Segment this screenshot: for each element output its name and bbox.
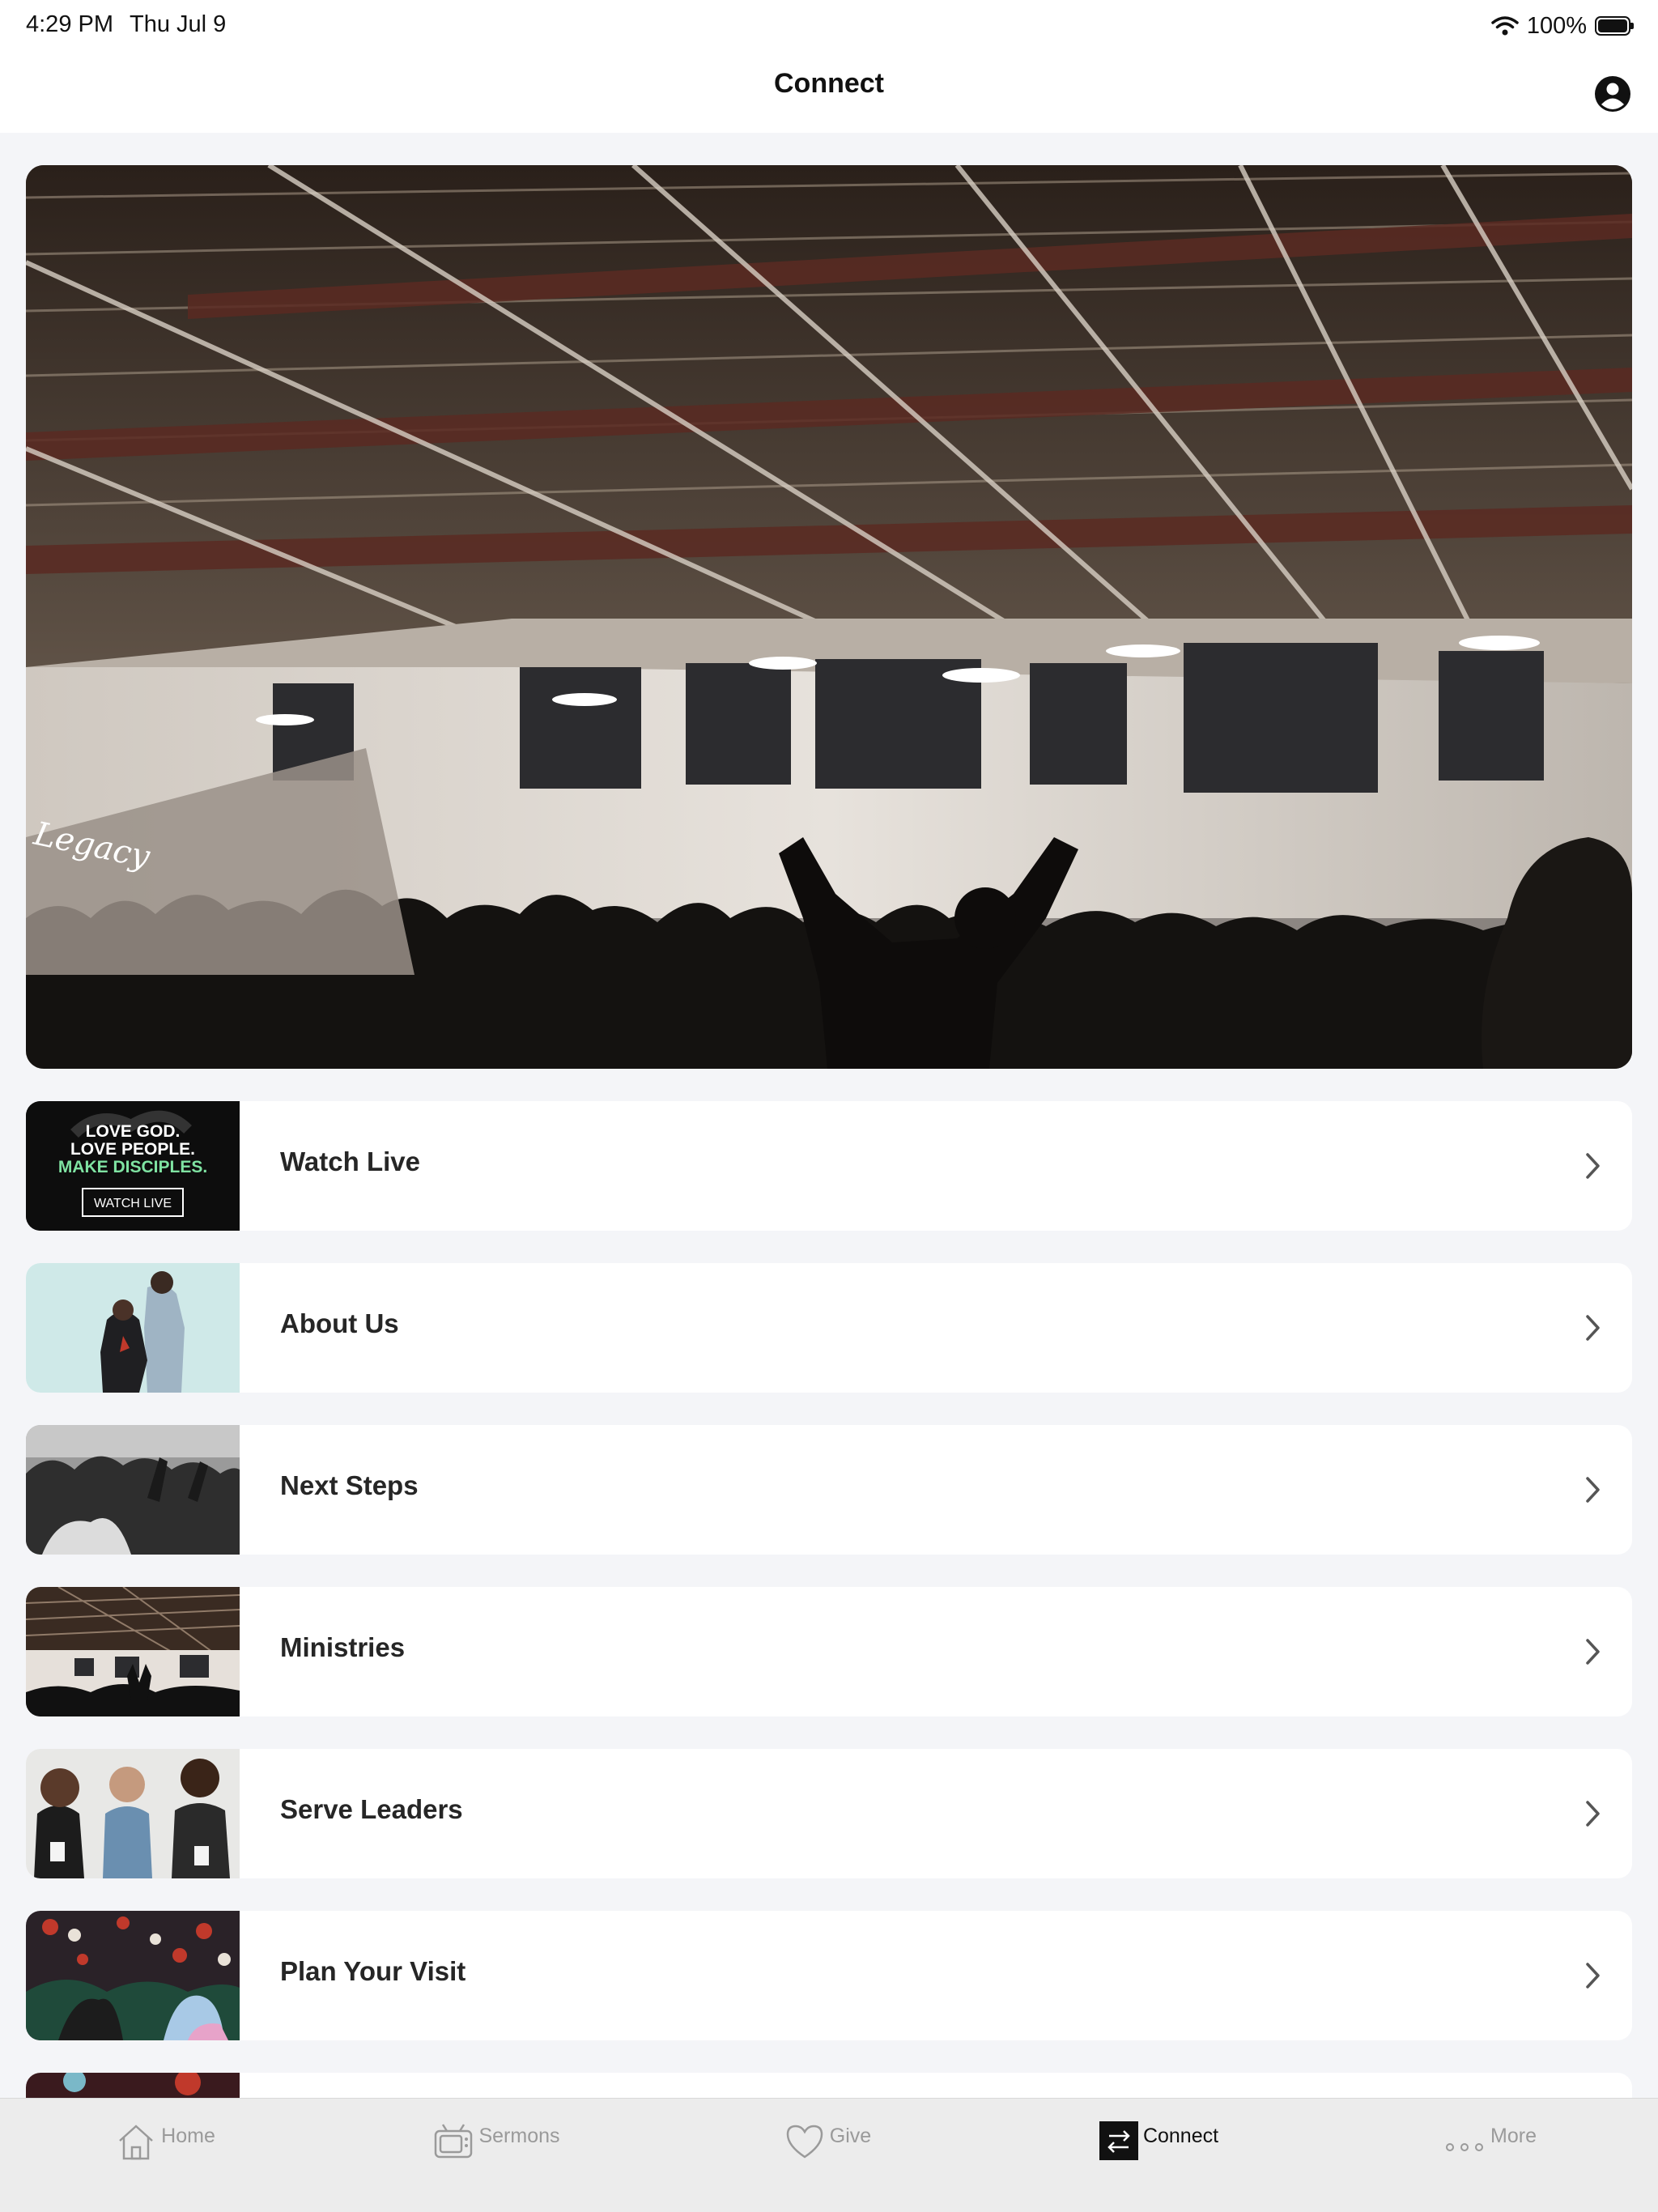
heart-icon: [786, 2125, 823, 2159]
hero-image: Legacy: [26, 165, 1632, 1069]
serve-leaders-thumbnail: [26, 1749, 240, 1878]
battery-icon: [1595, 16, 1634, 36]
tab-bar: Home Sermons Give Connect More: [0, 2098, 1658, 2212]
wifi-icon: [1491, 16, 1519, 36]
list-item-plan-your-visit[interactable]: Plan Your Visit: [26, 1911, 1632, 2040]
ministries-thumbnail: [26, 1587, 240, 1716]
chevron-right-icon: [1586, 1639, 1600, 1665]
chevron-right-icon: [1586, 1801, 1600, 1827]
profile-button[interactable]: [1593, 74, 1632, 113]
status-time: 4:29 PM: [26, 11, 113, 37]
status-bar: 4:29 PM Thu Jul 9 100%: [0, 0, 1658, 52]
tab-give[interactable]: Give: [662, 2099, 993, 2212]
tab-home[interactable]: Home: [0, 2099, 331, 2212]
chevron-right-icon: [1586, 1153, 1600, 1179]
list-item-about-us[interactable]: About Us: [26, 1263, 1632, 1393]
chevron-right-icon: [1586, 1477, 1600, 1503]
navigation-bar: Connect: [0, 52, 1658, 133]
tab-connect[interactable]: Connect: [993, 2099, 1324, 2212]
tab-more-label: More: [1490, 2125, 1537, 2147]
tab-more[interactable]: More: [1324, 2099, 1656, 2212]
tv-icon: [435, 2124, 473, 2159]
status-indicators: 100%: [1491, 10, 1634, 42]
more-dots-icon: [1446, 2143, 1484, 2151]
watch-live-thumb-button: WATCH LIVE: [94, 1197, 172, 1210]
person-circle-icon: [1595, 76, 1630, 112]
list-item-label: Serve Leaders: [280, 1794, 463, 1824]
tab-home-label: Home: [161, 2125, 215, 2147]
list-item-label: Ministries: [280, 1632, 406, 1662]
chevron-right-icon: [1586, 1315, 1600, 1341]
about-us-thumbnail: [26, 1263, 240, 1393]
battery-percent: 100%: [1526, 12, 1587, 39]
watch-live-thumb-line-2: LOVE PEOPLE.: [70, 1140, 195, 1159]
list-item-next-steps[interactable]: Next Steps: [26, 1425, 1632, 1555]
list-item-partial[interactable]: [26, 2073, 1632, 2099]
watch-live-thumbnail: LOVE GOD. LOVE PEOPLE. MAKE DISCIPLES. W…: [26, 1101, 240, 1231]
next-steps-thumbnail: [26, 1425, 240, 1555]
status-date: Thu Jul 9: [130, 11, 227, 37]
list-item-label: Watch Live: [280, 1146, 420, 1176]
chevron-right-icon: [1586, 1963, 1600, 1989]
list-item-label: About Us: [280, 1308, 399, 1338]
watch-live-thumb-line-3: MAKE DISCIPLES.: [58, 1158, 207, 1176]
list-item-label: Plan Your Visit: [280, 1956, 466, 1986]
connect-arrows-icon: [1099, 2121, 1138, 2160]
tab-sermons-label: Sermons: [478, 2125, 560, 2147]
watch-live-thumb-line-1: LOVE GOD.: [86, 1122, 181, 1141]
home-icon: [119, 2125, 153, 2160]
list-item-serve-leaders[interactable]: Serve Leaders: [26, 1749, 1632, 1878]
page-title: Connect: [774, 68, 884, 99]
connect-content[interactable]: Legacy LOVE GOD. LOVE PEOPLE. MAKE DISCI…: [0, 133, 1658, 2099]
tab-sermons[interactable]: Sermons: [331, 2099, 662, 2212]
tab-give-label: Give: [829, 2125, 872, 2147]
tab-connect-label: Connect: [1142, 2125, 1219, 2147]
partial-item-thumbnail: [26, 2073, 240, 2099]
list-item-ministries[interactable]: Ministries: [26, 1587, 1632, 1716]
list-item-watch-live[interactable]: LOVE GOD. LOVE PEOPLE. MAKE DISCIPLES. W…: [26, 1101, 1632, 1231]
list-item-label: Next Steps: [280, 1470, 419, 1500]
plan-your-visit-thumbnail: [26, 1911, 240, 2040]
